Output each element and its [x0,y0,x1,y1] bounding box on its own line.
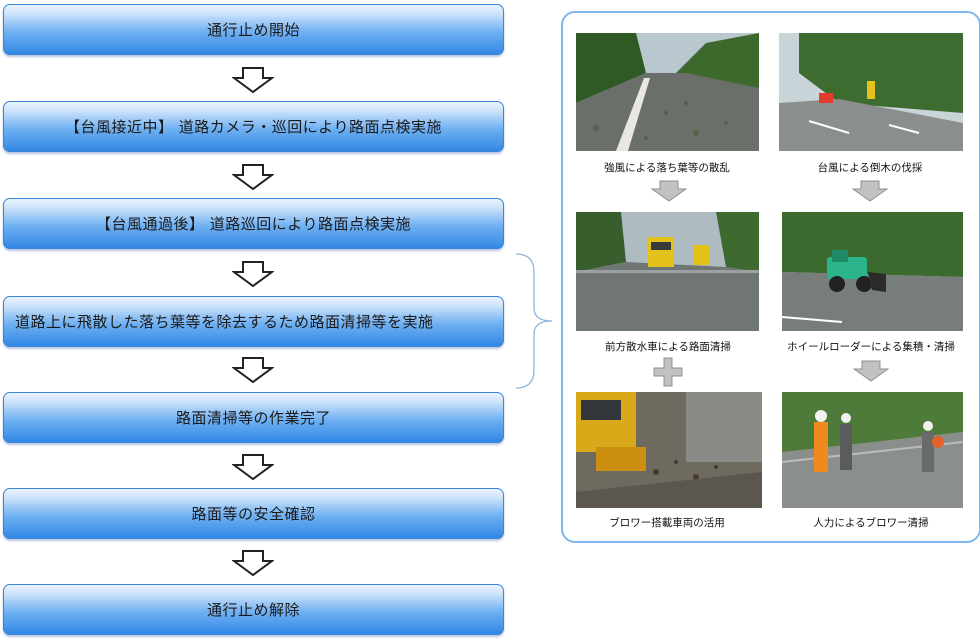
photo-caption: ブロワー搭載車両の活用 [609,517,725,529]
down-arrow-icon [232,67,274,93]
flow-step-road-cleaning: 道路上に飛散した落ち葉等を除去するため路面清掃等を実施 [3,296,504,347]
flow-step-label: 路面清掃等の作業完了 [175,409,331,427]
flow-step-end: 通行止め解除 [3,584,504,635]
flow-step-cleaning-complete: 路面清掃等の作業完了 [3,392,504,443]
photo-scattered-leaves [576,33,759,151]
down-arrow-icon [232,454,274,480]
down-arrow-icon [853,360,889,382]
down-arrow-icon [232,164,274,190]
down-arrow-icon [232,357,274,383]
flow-step-label: 通行止め開始 [206,21,300,39]
flow-step-safety-check: 路面等の安全確認 [3,488,504,539]
down-arrow-icon [852,180,888,202]
photo-manual-blower [782,392,963,508]
photo-caption: 台風による倒木の伐採 [817,162,923,174]
photo-fallen-tree [779,33,963,151]
plus-icon [653,357,683,387]
photo-caption: 人力によるブロワー清掃 [813,517,929,529]
down-arrow-icon [651,180,687,202]
flow-step-label: 道路上に飛散した落ち葉等を除去するため路面清掃等を実施 [15,313,434,331]
photo-caption: 前方散水車による路面清掃 [605,341,731,353]
flow-step-label: 路面等の安全確認 [191,505,316,523]
photo-blower-truck [576,392,762,508]
flow-step-approach-inspection: 【台風接近中】 道路カメラ・巡回により路面点検実施 [3,101,504,152]
photo-sprinkler-truck [576,212,759,331]
flow-step-label: 通行止め解除 [206,601,300,619]
photo-caption: 強風による落ち葉等の散乱 [604,162,730,174]
down-arrow-icon [232,550,274,576]
down-arrow-icon [232,261,274,287]
photo-wheel-loader [782,212,963,331]
brace-connector [515,253,553,389]
flow-step-label: 【台風接近中】 道路カメラ・巡回により路面点検実施 [65,118,442,136]
flow-step-label: 【台風通過後】 道路巡回により路面点検実施 [96,215,411,233]
flow-step-after-inspection: 【台風通過後】 道路巡回により路面点検実施 [3,198,504,249]
flow-step-start: 通行止め開始 [3,4,504,55]
photo-caption: ホイールローダーによる集積・清掃 [787,341,955,353]
